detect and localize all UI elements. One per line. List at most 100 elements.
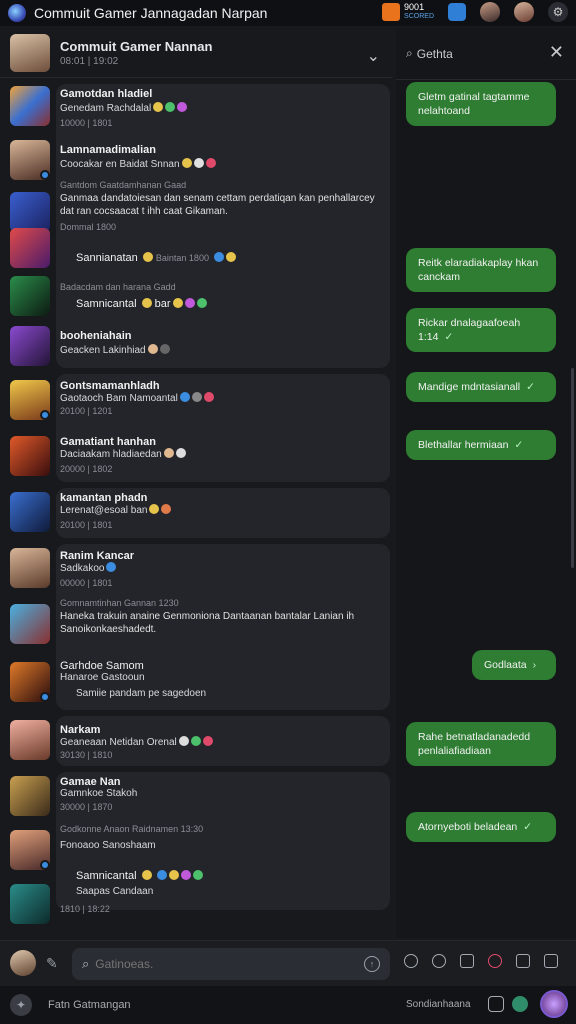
message-input[interactable] xyxy=(95,957,336,971)
chat-meta: Badacdam dan harana Gadd xyxy=(60,282,176,292)
chat-row[interactable]: Narkam Geaneaan Netidan Orenal 30130 | 1… xyxy=(0,718,392,768)
coin-icon[interactable] xyxy=(382,3,401,21)
chat-name: Narkam xyxy=(60,724,101,736)
chat-preview: Saapas Candaan xyxy=(76,886,154,897)
message-bubble[interactable]: Rahe betnatladanadedd penlaliafiadiaan xyxy=(406,722,556,766)
user-avatar[interactable] xyxy=(10,950,36,976)
chat-name: Gamae Nan xyxy=(60,776,121,788)
chat-meta: 20100 | 1201 xyxy=(60,406,113,416)
chat-name: Gontsmamanhladh xyxy=(60,380,160,392)
message-bubble[interactable]: Rickar dnalagaafoeah 1:14 ✓ xyxy=(406,308,556,352)
chat-row[interactable]: kamantan phadn Lerenat@esoal ban 20100 |… xyxy=(0,490,392,538)
chat-avatar xyxy=(10,228,50,268)
chat-row[interactable]: Samnicantal Saapas Candaan 1810 | 18:22 xyxy=(0,870,392,924)
chat-row[interactable]: Gamatiant hanhan Daciaakam hladiaedan 20… xyxy=(0,434,392,484)
chat-row[interactable]: booheniahain Geacken Lakinhiad xyxy=(0,324,392,368)
star-icon[interactable]: ✦ xyxy=(10,994,32,1016)
chat-row[interactable]: Badacdam dan harana Gadd Samnicantal bar xyxy=(0,276,392,320)
friend-avatar[interactable] xyxy=(514,2,534,22)
chat-avatar xyxy=(10,436,50,476)
chat-meta: 1810 | 18:22 xyxy=(60,904,110,914)
chat-avatar xyxy=(10,86,50,126)
status-left-label: Fatn Gatmangan xyxy=(48,999,131,1011)
chat-preview: Geaneaan Netidan Orenal xyxy=(60,736,213,748)
chat-row[interactable]: Gontsmamanhladh Gaotaoch Bam Namoantal 2… xyxy=(0,378,392,428)
chat-meta: 30000 | 1870 xyxy=(60,802,113,812)
online-badge xyxy=(40,860,50,870)
message-bubble[interactable]: Gletm gatinal tagtamme nelahtoand xyxy=(406,82,556,126)
read-check-icon: ✓ xyxy=(514,439,524,451)
gear-icon[interactable]: ⚙ xyxy=(548,2,568,22)
message-bubble[interactable]: Godlaata › xyxy=(472,650,556,680)
chat-row[interactable]: Gamotdan hladiel Genedam Rachdalal 10000… xyxy=(0,84,392,136)
chat-avatar xyxy=(10,604,50,644)
cube-icon[interactable] xyxy=(448,3,466,21)
composer-bar: ✎ ⌕ ↑ xyxy=(0,940,576,986)
header-avatar[interactable] xyxy=(10,33,50,72)
read-check-icon: ✓ xyxy=(523,821,533,833)
message-bubble[interactable]: Blethallar hermiaan ✓ xyxy=(406,430,556,460)
chat-row[interactable]: Gomnamtinhan Gannan 1230 Haneka trakuin … xyxy=(0,596,392,652)
message-search-box[interactable]: ⌕ ↑ xyxy=(72,948,390,980)
chat-avatar xyxy=(10,192,50,232)
close-icon[interactable]: ✕ xyxy=(549,42,564,63)
conversation-header: ⌕ Gethta ✕ xyxy=(396,28,576,80)
chat-preview: Hanaroe Gastooun xyxy=(60,672,145,683)
message-bubble[interactable]: Atornyeboti beladean ✓ xyxy=(406,812,556,842)
chat-row[interactable]: Sannianatan Baintan 1800 xyxy=(0,228,392,268)
camera-icon[interactable] xyxy=(516,954,530,968)
sticker-icon[interactable] xyxy=(432,954,446,968)
search-icon[interactable]: ⌕ xyxy=(406,46,413,61)
status-right-label: Sondianhaana xyxy=(406,999,471,1010)
conversation-panel: ⌕ Gethta ✕ Gletm gatinal tagtamme nelaht… xyxy=(396,28,576,938)
globe-icon[interactable] xyxy=(512,996,528,1012)
composer-tools xyxy=(404,954,558,968)
chat-name: Gamotdan hladiel xyxy=(60,88,153,100)
chat-meta: 30130 | 1810 xyxy=(60,750,113,760)
chat-avatar xyxy=(10,884,50,924)
coin-sub: SCORED xyxy=(404,13,434,20)
message-bubble[interactable]: Mandige mdntasianall ✓ xyxy=(406,372,556,402)
app-title: Commuit Gamer Jannagadan Narpan xyxy=(34,5,268,21)
app-topbar: Commuit Gamer Jannagadan Narpan 9001 SCO… xyxy=(0,0,576,26)
chat-row[interactable]: Ranim Kancar Sadkakoo 00000 | 1801 xyxy=(0,546,392,596)
read-check-icon: › xyxy=(532,659,537,671)
chat-preview: Lerenat@esoal ban xyxy=(60,504,172,516)
pin-icon[interactable]: ✎ xyxy=(46,955,58,972)
chat-name: Gamatiant hanhan xyxy=(60,436,156,448)
chat-meta: 20100 | 1801 xyxy=(60,520,113,530)
gif-icon[interactable] xyxy=(460,954,474,968)
chat-meta: Gomnamtinhan Gannan 1230 xyxy=(60,598,179,608)
chat-sub: Samiie pandam pe sagedoen xyxy=(76,688,207,699)
coin-value: 9001 xyxy=(404,2,425,12)
header-sub: 08:01 | 19:02 xyxy=(60,55,119,67)
emoji-icon[interactable] xyxy=(404,954,418,968)
coin-readout: 9001 SCORED xyxy=(404,3,434,21)
chat-name: booheniahain xyxy=(60,330,132,342)
record-icon[interactable] xyxy=(488,954,502,968)
chat-row[interactable]: Garhdoe Samom Hanaroe Gastooun Samiie pa… xyxy=(0,658,392,712)
chat-meta: 00000 | 1801 xyxy=(60,578,113,588)
account-avatar[interactable] xyxy=(540,990,568,1018)
chat-name: kamantan phadn xyxy=(60,492,148,504)
profile-avatar[interactable] xyxy=(480,2,500,22)
chat-avatar xyxy=(10,720,50,760)
chat-name: Ranim Kancar xyxy=(60,550,134,562)
chat-preview: Genedam Rachdalal xyxy=(60,102,188,114)
chat-name: Samnicantal bar xyxy=(76,298,207,310)
chat-list-header: Commuit Gamer Nannan 08:01 | 19:02 ⌄ xyxy=(0,28,392,78)
chat-row[interactable]: Godkonne Anaon Raidnamen 13:30 Fonoaoo S… xyxy=(0,822,392,870)
attachment-icon[interactable] xyxy=(544,954,558,968)
chat-avatar xyxy=(10,548,50,588)
read-check-icon: ✓ xyxy=(444,331,454,343)
send-icon[interactable]: ↑ xyxy=(364,956,380,972)
chat-row[interactable]: Gamae Nan Gamnkoe Stakoh 30000 | 1870 xyxy=(0,774,392,824)
message-bubble[interactable]: Reitk elaradiakaplay hkan canckam xyxy=(406,248,556,292)
chat-name: Garhdoe Samom xyxy=(60,660,144,672)
scrollbar[interactable] xyxy=(571,368,574,568)
chat-long-message: Haneka trakuin anaine Genmoniona Dantaan… xyxy=(60,611,355,635)
chat-meta: 20000 | 1802 xyxy=(60,464,113,474)
chevron-down-icon[interactable]: ⌄ xyxy=(367,46,380,66)
clock-icon[interactable] xyxy=(488,996,504,1012)
read-check-icon: ✓ xyxy=(526,381,535,393)
